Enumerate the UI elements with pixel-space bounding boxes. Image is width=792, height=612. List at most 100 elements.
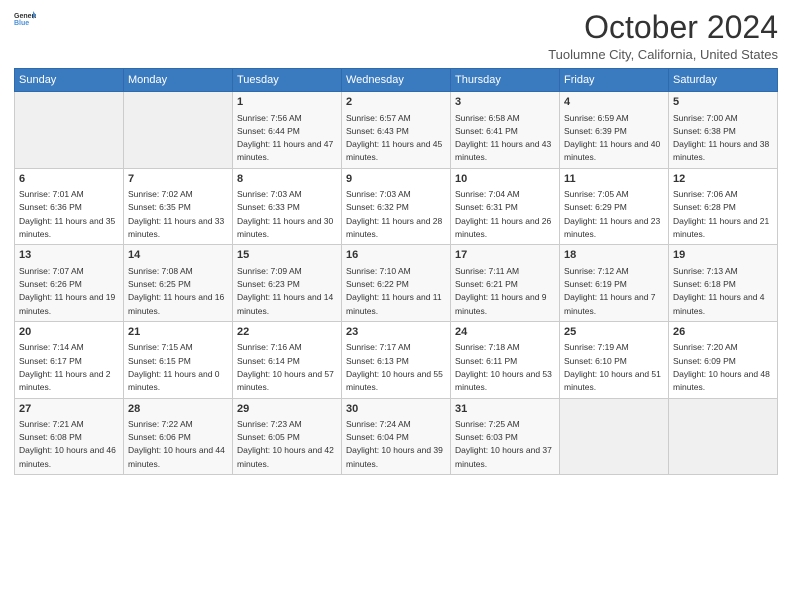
- day-info: Sunrise: 7:16 AMSunset: 6:14 PMDaylight:…: [237, 342, 334, 392]
- table-row: 12 Sunrise: 7:06 AMSunset: 6:28 PMDayligh…: [669, 168, 778, 245]
- day-info: Sunrise: 7:03 AMSunset: 6:33 PMDaylight:…: [237, 189, 333, 239]
- day-number: 25: [564, 325, 664, 340]
- day-number: 8: [237, 172, 337, 187]
- day-number: 21: [128, 325, 228, 340]
- table-row: 18Sunrise: 7:12 AMSunset: 6:19 PMDayligh…: [560, 245, 669, 322]
- header-tuesday: Tuesday: [233, 69, 342, 92]
- table-row: [15, 92, 124, 169]
- table-row: 27 Sunrise: 7:21 AMSunset: 6:08 PMDayligh…: [15, 398, 124, 475]
- header-wednesday: Wednesday: [342, 69, 451, 92]
- location-title: Tuolumne City, California, United States: [548, 47, 778, 62]
- day-info: Sunrise: 7:56 AMSunset: 6:44 PMDaylight:…: [237, 113, 333, 163]
- day-number: 2: [346, 95, 446, 110]
- table-row: 5 Sunrise: 7:00 AMSunset: 6:38 PMDaylight…: [669, 92, 778, 169]
- day-number: 5: [673, 95, 773, 110]
- table-row: 19Sunrise: 7:13 AMSunset: 6:18 PMDayligh…: [669, 245, 778, 322]
- table-row: 24 Sunrise: 7:18 AMSunset: 6:11 PMDayligh…: [451, 321, 560, 398]
- table-row: 8 Sunrise: 7:03 AMSunset: 6:33 PMDaylight…: [233, 168, 342, 245]
- header-sunday: Sunday: [15, 69, 124, 92]
- day-number: 30: [346, 402, 446, 417]
- day-info: Sunrise: 7:18 AMSunset: 6:11 PMDaylight:…: [455, 342, 552, 392]
- day-number: 13: [19, 248, 119, 263]
- day-info: Sunrise: 7:15 AMSunset: 6:15 PMDaylight:…: [128, 342, 220, 392]
- table-row: 21 Sunrise: 7:15 AMSunset: 6:15 PMDayligh…: [124, 321, 233, 398]
- table-row: 14 Sunrise: 7:08 AMSunset: 6:25 PMDayligh…: [124, 245, 233, 322]
- day-info: Sunrise: 6:59 AMSunset: 6:39 PMDaylight:…: [564, 113, 660, 163]
- day-info: Sunrise: 7:19 AMSunset: 6:10 PMDaylight:…: [564, 342, 661, 392]
- day-number: 6: [19, 172, 119, 187]
- day-info: Sunrise: 7:24 AMSunset: 6:04 PMDaylight:…: [346, 419, 443, 469]
- table-row: [560, 398, 669, 475]
- table-row: 17 Sunrise: 7:11 AMSunset: 6:21 PMDayligh…: [451, 245, 560, 322]
- table-row: 10 Sunrise: 7:04 AMSunset: 6:31 PMDayligh…: [451, 168, 560, 245]
- table-row: 3 Sunrise: 6:58 AMSunset: 6:41 PMDaylight…: [451, 92, 560, 169]
- day-number: 3: [455, 95, 555, 110]
- day-number: 7: [128, 172, 228, 187]
- day-info: Sunrise: 7:13 AMSunset: 6:18 PMDaylight:…: [673, 266, 765, 316]
- day-info: Sunrise: 6:58 AMSunset: 6:41 PMDaylight:…: [455, 113, 551, 163]
- table-row: 13 Sunrise: 7:07 AMSunset: 6:26 PMDayligh…: [15, 245, 124, 322]
- table-row: 20Sunrise: 7:14 AMSunset: 6:17 PMDayligh…: [15, 321, 124, 398]
- day-info: Sunrise: 7:00 AMSunset: 6:38 PMDaylight:…: [673, 113, 769, 163]
- day-number: 11: [564, 172, 664, 187]
- table-row: 31 Sunrise: 7:25 AMSunset: 6:03 PMDayligh…: [451, 398, 560, 475]
- table-row: [124, 92, 233, 169]
- svg-text:General: General: [14, 13, 36, 20]
- day-number: 27: [19, 402, 119, 417]
- day-info: Sunrise: 7:21 AMSunset: 6:08 PMDaylight:…: [19, 419, 116, 469]
- day-number: 22: [237, 325, 337, 340]
- day-info: Sunrise: 6:57 AMSunset: 6:43 PMDaylight:…: [346, 113, 442, 163]
- day-number: 14: [128, 248, 228, 263]
- day-number: 15: [237, 248, 337, 263]
- day-number: 24: [455, 325, 555, 340]
- table-row: 22 Sunrise: 7:16 AMSunset: 6:14 PMDayligh…: [233, 321, 342, 398]
- header: General Blue October 2024 Tuolumne City,…: [14, 10, 778, 62]
- day-number: 20: [19, 325, 119, 340]
- table-row: 16 Sunrise: 7:10 AMSunset: 6:22 PMDayligh…: [342, 245, 451, 322]
- table-row: 7Sunrise: 7:02 AMSunset: 6:35 PMDaylight…: [124, 168, 233, 245]
- day-info: Sunrise: 7:11 AMSunset: 6:21 PMDaylight:…: [455, 266, 547, 316]
- day-number: 10: [455, 172, 555, 187]
- day-number: 12: [673, 172, 773, 187]
- day-info: Sunrise: 7:06 AMSunset: 6:28 PMDaylight:…: [673, 189, 769, 239]
- table-row: 2 Sunrise: 6:57 AMSunset: 6:43 PMDaylight…: [342, 92, 451, 169]
- table-row: 4Sunrise: 6:59 AMSunset: 6:39 PMDaylight…: [560, 92, 669, 169]
- day-info: Sunrise: 7:10 AMSunset: 6:22 PMDaylight:…: [346, 266, 442, 316]
- day-number: 16: [346, 248, 446, 263]
- day-info: Sunrise: 7:05 AMSunset: 6:29 PMDaylight:…: [564, 189, 660, 239]
- table-row: 26 Sunrise: 7:20 AMSunset: 6:09 PMDayligh…: [669, 321, 778, 398]
- day-info: Sunrise: 7:23 AMSunset: 6:05 PMDaylight:…: [237, 419, 334, 469]
- month-title: October 2024: [548, 10, 778, 45]
- table-row: 9 Sunrise: 7:03 AMSunset: 6:32 PMDaylight…: [342, 168, 451, 245]
- page: General Blue October 2024 Tuolumne City,…: [0, 0, 792, 612]
- day-number: 17: [455, 248, 555, 263]
- day-info: Sunrise: 7:12 AMSunset: 6:19 PMDaylight:…: [564, 266, 656, 316]
- day-info: Sunrise: 7:09 AMSunset: 6:23 PMDaylight:…: [237, 266, 333, 316]
- header-monday: Monday: [124, 69, 233, 92]
- title-block: October 2024 Tuolumne City, California, …: [548, 10, 778, 62]
- table-row: 25 Sunrise: 7:19 AMSunset: 6:10 PMDayligh…: [560, 321, 669, 398]
- table-row: 23Sunrise: 7:17 AMSunset: 6:13 PMDayligh…: [342, 321, 451, 398]
- day-info: Sunrise: 7:01 AMSunset: 6:36 PMDaylight:…: [19, 189, 115, 239]
- logo-icon: General Blue: [14, 10, 36, 28]
- day-info: Sunrise: 7:22 AMSunset: 6:06 PMDaylight:…: [128, 419, 225, 469]
- day-number: 1: [237, 95, 337, 110]
- day-number: 9: [346, 172, 446, 187]
- day-info: Sunrise: 7:03 AMSunset: 6:32 PMDaylight:…: [346, 189, 442, 239]
- day-info: Sunrise: 7:07 AMSunset: 6:26 PMDaylight:…: [19, 266, 115, 316]
- day-info: Sunrise: 7:25 AMSunset: 6:03 PMDaylight:…: [455, 419, 552, 469]
- day-number: 29: [237, 402, 337, 417]
- table-row: 29 Sunrise: 7:23 AMSunset: 6:05 PMDayligh…: [233, 398, 342, 475]
- table-row: 30 Sunrise: 7:24 AMSunset: 6:04 PMDayligh…: [342, 398, 451, 475]
- day-number: 26: [673, 325, 773, 340]
- day-number: 28: [128, 402, 228, 417]
- day-info: Sunrise: 7:20 AMSunset: 6:09 PMDaylight:…: [673, 342, 770, 392]
- day-info: Sunrise: 7:04 AMSunset: 6:31 PMDaylight:…: [455, 189, 551, 239]
- table-row: 1 Sunrise: 7:56 AMSunset: 6:44 PMDaylight…: [233, 92, 342, 169]
- calendar-table: Sunday Monday Tuesday Wednesday Thursday…: [14, 68, 778, 475]
- day-info: Sunrise: 7:08 AMSunset: 6:25 PMDaylight:…: [128, 266, 224, 316]
- svg-text:Blue: Blue: [14, 20, 29, 27]
- table-row: 6 Sunrise: 7:01 AMSunset: 6:36 PMDaylight…: [15, 168, 124, 245]
- day-number: 31: [455, 402, 555, 417]
- table-row: 28 Sunrise: 7:22 AMSunset: 6:06 PMDayligh…: [124, 398, 233, 475]
